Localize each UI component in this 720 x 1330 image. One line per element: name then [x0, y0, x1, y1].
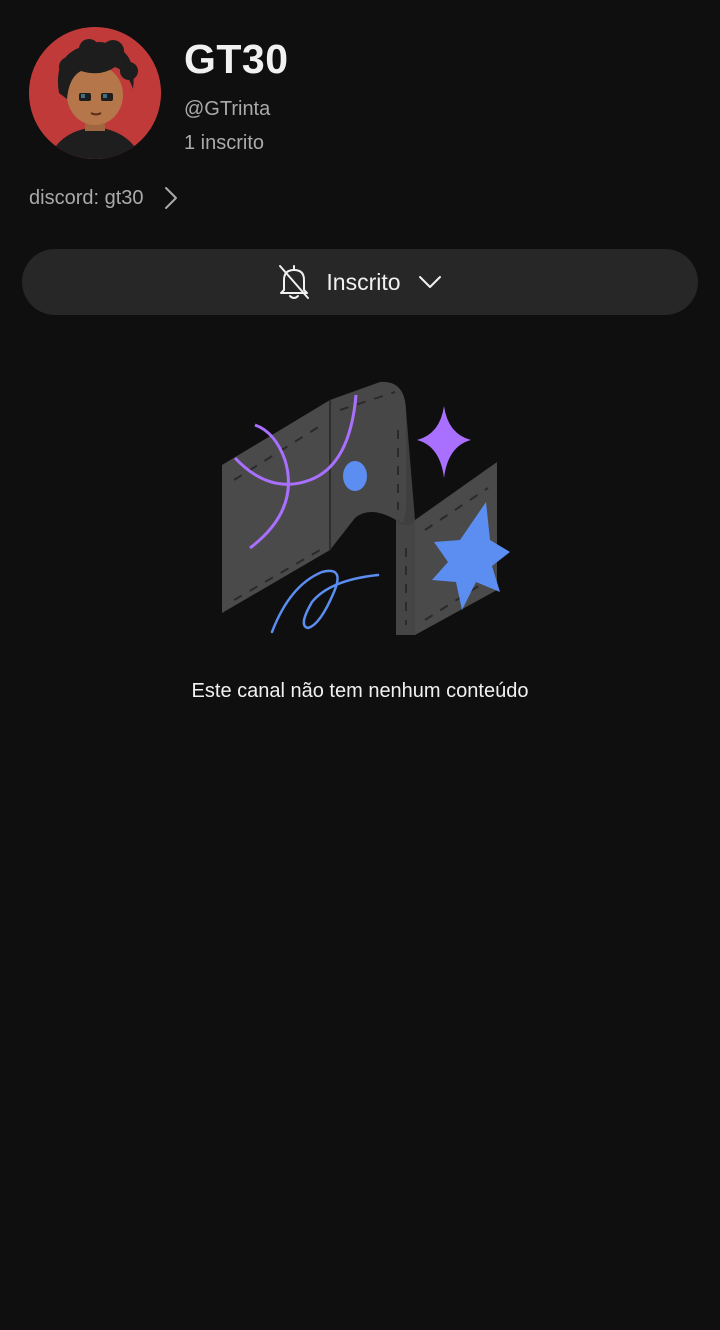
avatar[interactable]: [29, 27, 161, 159]
empty-state-message: Este canal não tem nenhum conteúdo: [191, 680, 529, 702]
bell-off-icon: [277, 262, 311, 302]
chevron-right-icon: [164, 184, 182, 212]
channel-link-label: discord: gt30: [29, 186, 144, 209]
chevron-down-icon: [417, 272, 443, 292]
subscribed-label: Inscrito: [326, 268, 401, 295]
channel-name: GT30: [184, 36, 289, 82]
avatar-icon: [29, 27, 161, 159]
channel-link[interactable]: discord: gt30: [29, 184, 182, 212]
subscriber-count: 1 inscrito: [184, 132, 265, 154]
subscribed-button[interactable]: Inscrito: [22, 249, 698, 315]
empty-channel-illustration: [210, 370, 510, 650]
channel-handle: @GTrinta: [184, 98, 271, 120]
